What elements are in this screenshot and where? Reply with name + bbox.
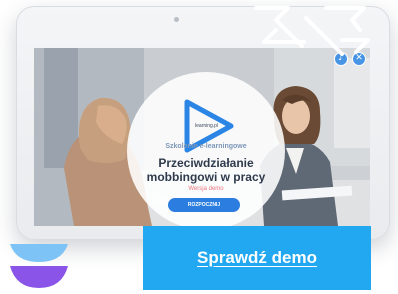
course-subtitle: Szkolenie e-learningowe xyxy=(165,143,247,150)
layers-icon xyxy=(10,244,68,288)
player-logo: learning.pl xyxy=(195,123,219,129)
check-demo-label: Sprawdź demo xyxy=(197,248,317,267)
course-title: Przeciwdziałanie mobbingowi w pracy xyxy=(138,156,274,184)
start-button[interactable]: ROZPOCZNIJ xyxy=(168,198,240,212)
tablet-camera xyxy=(174,17,179,22)
course-title-line2: mobbingowi w pracy xyxy=(146,170,266,184)
course-title-line1: Przeciwdziałanie xyxy=(158,156,254,170)
version-label: Wersja demo xyxy=(188,186,224,192)
decorative-lines xyxy=(254,6,370,56)
check-demo-button[interactable]: Sprawdź demo xyxy=(143,226,371,290)
